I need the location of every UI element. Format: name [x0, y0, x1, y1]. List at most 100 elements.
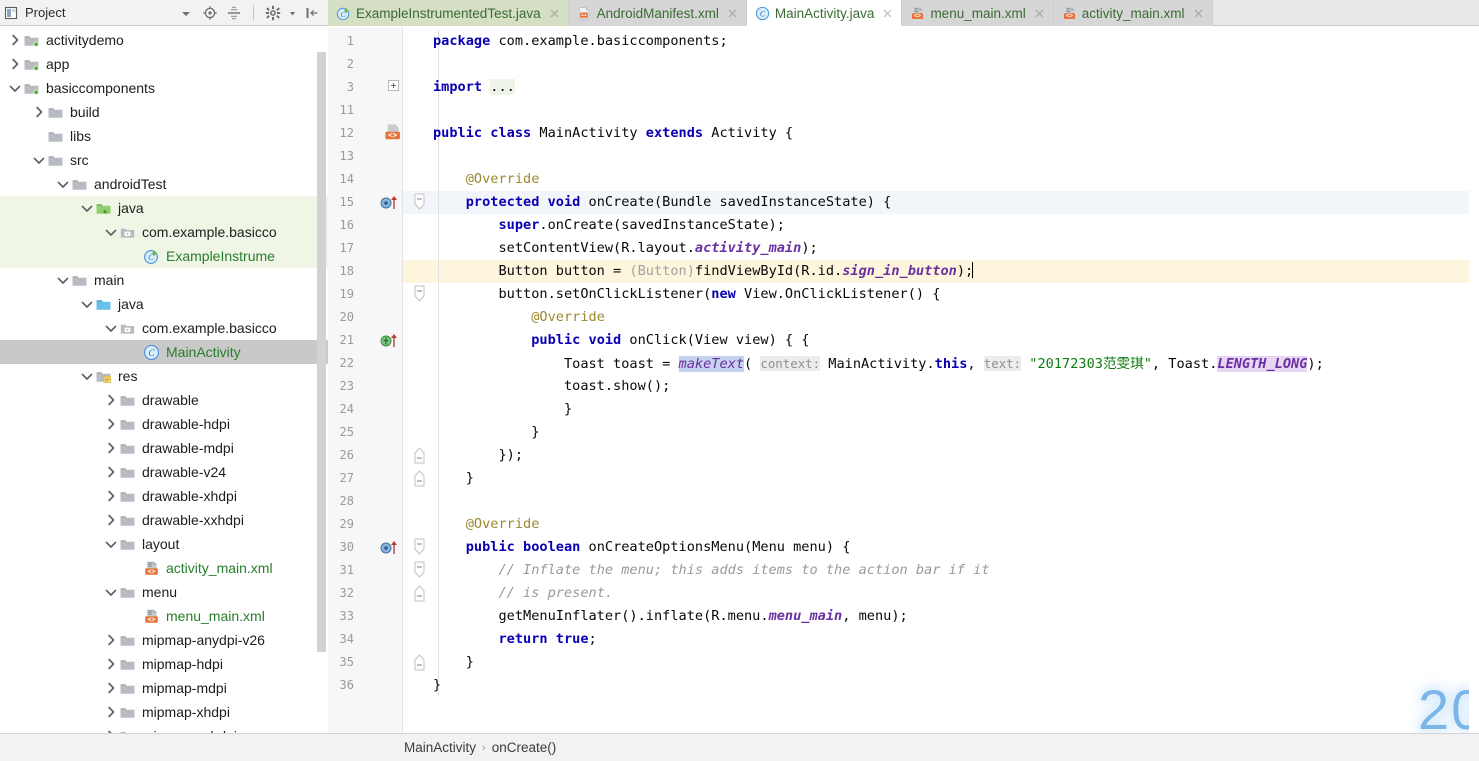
close-icon[interactable] [726, 7, 739, 20]
tree-node[interactable]: drawable [0, 388, 328, 412]
code-line[interactable]: public class MainActivity extends Activi… [433, 122, 793, 145]
tree-node[interactable]: <> activity_main.xml [0, 556, 328, 580]
tree-node[interactable]: <> menu_main.xml [0, 604, 328, 628]
project-tree[interactable]: activitydemo app basiccomponents build libs s… [0, 26, 328, 761]
tree-node[interactable]: com.example.basicco [0, 316, 328, 340]
tree-node[interactable]: libs [0, 124, 328, 148]
close-icon[interactable] [881, 7, 894, 20]
code-line[interactable]: @Override [433, 513, 540, 536]
gear-icon[interactable] [265, 5, 281, 21]
chevron-right-icon[interactable] [102, 628, 119, 652]
tree-node[interactable]: layout [0, 532, 328, 556]
fold-collapse-icon[interactable] [413, 561, 426, 583]
hide-panel-icon[interactable] [304, 5, 320, 21]
chevron-right-icon[interactable] [102, 460, 119, 484]
code-line[interactable]: Button button = (Button)findViewById(R.i… [433, 260, 974, 283]
chevron-right-icon[interactable] [6, 28, 23, 52]
breadcrumb[interactable]: MainActivity › onCreate() [328, 733, 1479, 761]
editor-tab[interactable]: <> menu_main.xml [902, 0, 1054, 26]
code-line[interactable]: @Override [433, 168, 540, 191]
tree-node[interactable]: androidTest [0, 172, 328, 196]
tree-node[interactable]: app [0, 52, 328, 76]
code-line[interactable]: }); [433, 444, 523, 467]
tree-node[interactable]: mipmap-mdpi [0, 676, 328, 700]
tree-node[interactable]: java [0, 196, 328, 220]
implements-method-icon[interactable] [380, 332, 402, 351]
collapse-all-icon[interactable] [226, 5, 242, 21]
chevron-right-icon[interactable] [30, 100, 47, 124]
project-tree-scrollbar-thumb[interactable] [317, 52, 326, 652]
tree-node[interactable]: com.example.basicco [0, 220, 328, 244]
editor-tab-bar[interactable]: C ExampleInstrumentedTest.java AndroidMani… [328, 0, 1479, 26]
tree-node[interactable]: basiccomponents [0, 76, 328, 100]
code-line[interactable]: } [433, 651, 474, 674]
chevron-down-icon[interactable] [6, 76, 23, 100]
fold-expand-icon[interactable] [413, 584, 426, 606]
editor-tab[interactable]: C ExampleInstrumentedTest.java [328, 0, 569, 26]
tree-node[interactable]: activitydemo [0, 28, 328, 52]
code-text-area[interactable]: package com.example.basiccomponents; impo… [403, 27, 1479, 733]
tree-node[interactable]: drawable-xhdpi [0, 484, 328, 508]
code-line[interactable]: } [433, 421, 539, 444]
editor-tab[interactable]: <> activity_main.xml [1053, 0, 1213, 26]
code-line[interactable]: toast.show(); [433, 375, 670, 398]
code-line[interactable]: // Inflate the menu; this adds items to … [433, 559, 989, 582]
code-line[interactable]: } [433, 398, 572, 421]
chevron-down-icon[interactable] [102, 316, 119, 340]
close-icon[interactable] [548, 7, 561, 20]
chevron-down-icon[interactable] [178, 5, 194, 21]
code-line[interactable]: Toast toast = makeText( context: MainAct… [433, 352, 1324, 375]
code-line[interactable]: public void onClick(View view) { { [433, 329, 809, 352]
code-line[interactable]: setContentView(R.layout.activity_main); [433, 237, 817, 260]
chevron-down-icon[interactable] [54, 172, 71, 196]
fold-collapse-icon[interactable] [413, 193, 426, 215]
fold-collapse-icon[interactable] [413, 285, 426, 307]
tree-node[interactable]: drawable-hdpi [0, 412, 328, 436]
editor-scrollbar[interactable] [1469, 27, 1479, 733]
override-method-icon[interactable] [380, 539, 402, 558]
code-line[interactable]: } [433, 674, 441, 697]
chevron-down-icon[interactable] [78, 292, 95, 316]
code-line[interactable]: package com.example.basiccomponents; [433, 30, 728, 53]
tree-node[interactable]: C ExampleInstrume [0, 244, 328, 268]
tree-node[interactable]: drawable-mdpi [0, 436, 328, 460]
fold-expand-icon[interactable] [413, 446, 426, 468]
chevron-right-icon[interactable] [102, 388, 119, 412]
code-line[interactable]: getMenuInflater().inflate(R.menu.menu_ma… [433, 605, 907, 628]
close-icon[interactable] [1033, 7, 1046, 20]
locate-target-icon[interactable] [202, 5, 218, 21]
tree-node[interactable]: drawable-v24 [0, 460, 328, 484]
tree-node[interactable]: mipmap-hdpi [0, 652, 328, 676]
fold-plus-icon[interactable] [388, 79, 399, 94]
editor-tab[interactable]: C MainActivity.java [746, 0, 903, 26]
code-line[interactable]: } [433, 467, 474, 490]
tree-node[interactable]: mipmap-anydpi-v26 [0, 628, 328, 652]
chevron-down-icon[interactable] [78, 364, 95, 388]
chevron-right-icon[interactable] [102, 676, 119, 700]
chevron-right-icon[interactable] [102, 700, 119, 724]
tree-node[interactable]: C MainActivity [0, 340, 328, 364]
code-line[interactable]: button.setOnClickListener(new View.OnCli… [433, 283, 940, 306]
tree-node[interactable]: build [0, 100, 328, 124]
chevron-right-icon[interactable] [102, 436, 119, 460]
tree-node[interactable]: drawable-xxhdpi [0, 508, 328, 532]
chevron-right-icon[interactable] [6, 52, 23, 76]
editor-tab[interactable]: AndroidManifest.xml [568, 0, 747, 26]
code-line[interactable]: public boolean onCreateOptionsMenu(Menu … [433, 536, 851, 559]
chevron-down-icon[interactable] [102, 220, 119, 244]
code-line[interactable]: // is present. [433, 582, 613, 605]
code-line[interactable]: import ... [433, 76, 515, 99]
chevron-down-icon[interactable] [30, 148, 47, 172]
chevron-right-icon[interactable] [102, 412, 119, 436]
code-line[interactable]: return true; [433, 628, 596, 651]
chevron-down-icon[interactable] [78, 196, 95, 220]
tree-node[interactable]: menu [0, 580, 328, 604]
gear-chevron-down-icon[interactable] [289, 5, 296, 21]
android-xml-resource-icon[interactable]: <> [383, 123, 403, 146]
chevron-right-icon[interactable] [102, 652, 119, 676]
chevron-right-icon[interactable] [102, 484, 119, 508]
chevron-down-icon[interactable] [102, 580, 119, 604]
tree-node[interactable]: mipmap-xhdpi [0, 700, 328, 724]
code-line[interactable]: super.onCreate(savedInstanceState); [433, 214, 784, 237]
tree-node[interactable]: src [0, 148, 328, 172]
